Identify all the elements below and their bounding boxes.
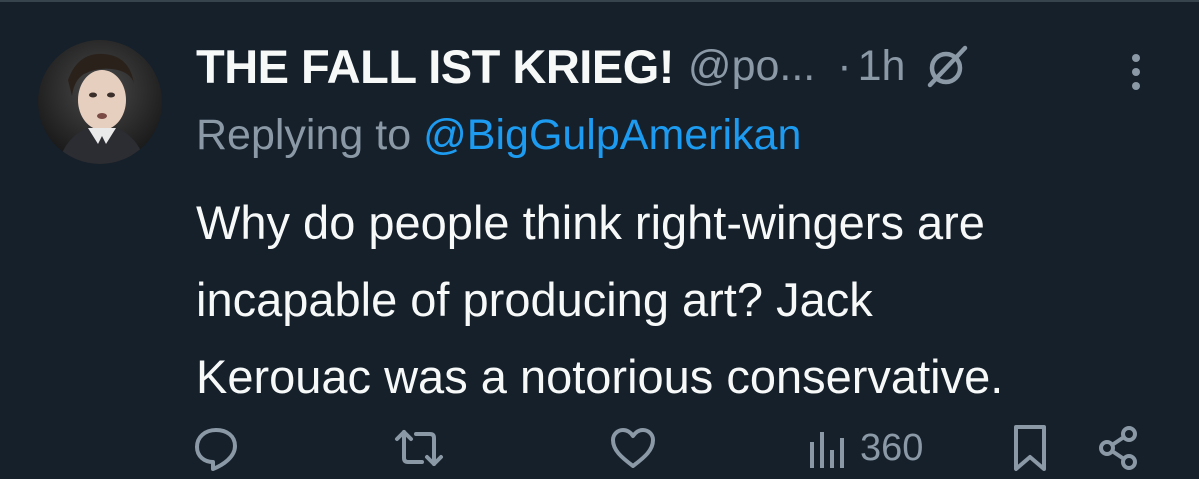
separator-dot: · xyxy=(837,41,852,90)
top-divider xyxy=(0,0,1199,2)
views-count: 360 xyxy=(860,426,924,469)
more-options-icon[interactable] xyxy=(1124,44,1148,100)
avatar-photo xyxy=(38,40,162,164)
reply-button[interactable] xyxy=(192,420,240,476)
tweet-text-line: Why do people think right-wingers are xyxy=(196,196,985,249)
reply-mention-link[interactable]: @BigGulpAmerikan xyxy=(423,111,801,160)
tweet-text-line: incapable of producing art? Jack xyxy=(196,273,873,326)
like-button[interactable] xyxy=(609,420,657,476)
tweet-text: Why do people think right-wingers are in… xyxy=(196,184,1186,415)
display-name[interactable]: THE FALL IST KRIEG! xyxy=(196,39,674,94)
replying-to-label: Replying to xyxy=(196,110,412,159)
tweet-text-line: Kerouac was a notorious conservative. xyxy=(196,350,1004,403)
like-icon xyxy=(611,428,655,468)
views-button[interactable]: 360 xyxy=(806,420,923,476)
timestamp[interactable]: 1h xyxy=(858,42,906,91)
retweet-icon xyxy=(395,430,443,466)
replying-to-line: Replying to @BigGulpAmerikan xyxy=(196,108,801,162)
retweet-button[interactable] xyxy=(394,420,444,476)
reply-icon xyxy=(195,428,237,471)
avatar[interactable] xyxy=(38,40,162,164)
bookmark-icon xyxy=(1014,425,1046,471)
share-icon xyxy=(1099,426,1137,470)
action-bar: 360 xyxy=(0,420,1199,476)
grok-icon[interactable] xyxy=(925,43,971,89)
bookmark-button[interactable] xyxy=(1010,420,1050,476)
share-button[interactable] xyxy=(1096,420,1142,476)
views-icon xyxy=(810,432,844,468)
user-handle[interactable]: @po... xyxy=(688,42,815,91)
tweet-header: THE FALL IST KRIEG! @po... · 1h xyxy=(196,36,971,96)
